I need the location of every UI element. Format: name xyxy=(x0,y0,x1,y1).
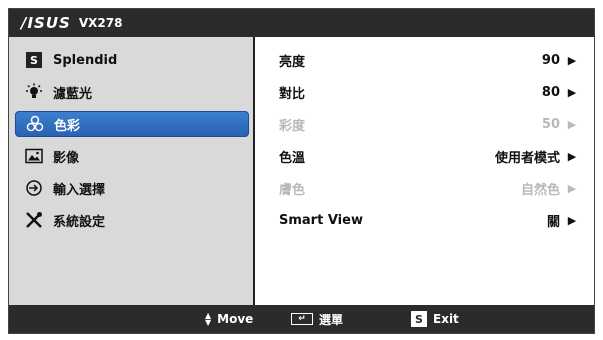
sidebar: S Splendid 濾藍光 色彩 影像 輸入選擇 系統設定 xyxy=(9,37,255,307)
setting-contrast[interactable]: 對比 80 ▶ xyxy=(279,81,578,103)
exit-s-icon: S xyxy=(411,311,427,327)
setting-label: 膚色 xyxy=(279,182,306,198)
arrow-right-icon: ▶ xyxy=(567,213,577,227)
setting-label: Smart View xyxy=(279,212,363,228)
setting-saturation: 彩度 50 ▶ xyxy=(279,113,578,135)
setting-label: 彩度 xyxy=(279,118,306,134)
brand-logo: /ISUS xyxy=(21,14,71,32)
setting-value: 自然色 xyxy=(520,182,560,198)
sidebar-item-splendid[interactable]: S Splendid xyxy=(15,47,249,73)
arrow-right-icon: ▶ xyxy=(567,85,577,99)
sidebar-item-input[interactable]: 輸入選擇 xyxy=(15,175,249,201)
arrow-right-icon: ▶ xyxy=(567,181,577,195)
arrow-right-icon: ▶ xyxy=(567,53,577,67)
setting-smart-view[interactable]: Smart View 關 ▶ xyxy=(279,209,578,231)
setting-label: 對比 xyxy=(279,86,306,102)
input-icon xyxy=(25,179,43,197)
title-bar: /ISUS VX278 xyxy=(9,9,594,37)
setting-label: 亮度 xyxy=(279,54,306,70)
footer-move: ▲ ▼ Move xyxy=(205,311,254,327)
setting-value: 使用者模式 xyxy=(494,150,560,166)
setting-label: 色溫 xyxy=(279,150,306,166)
sidebar-item-system[interactable]: 系統設定 xyxy=(15,207,249,233)
setting-skin-tone: 膚色 自然色 ▶ xyxy=(279,177,578,199)
sidebar-item-label: 系統設定 xyxy=(53,214,106,230)
model-name: VX278 xyxy=(78,16,123,30)
setting-brightness[interactable]: 亮度 90 ▶ xyxy=(279,49,578,71)
setting-value: 50 xyxy=(541,116,560,132)
footer-menu-label: 選單 xyxy=(319,312,344,327)
image-icon xyxy=(25,147,43,165)
sidebar-item-label: 輸入選擇 xyxy=(53,182,106,198)
setting-color-temp[interactable]: 色溫 使用者模式 ▶ xyxy=(279,145,578,167)
setting-value: 90 xyxy=(541,52,560,68)
sidebar-item-image[interactable]: 影像 xyxy=(15,143,249,169)
up-down-icon: ▲ ▼ xyxy=(205,311,212,327)
sidebar-item-color[interactable]: 色彩 xyxy=(15,111,249,137)
arrow-right-icon: ▶ xyxy=(567,149,577,163)
settings-panel: 亮度 90 ▶ 對比 80 ▶ 彩度 50 ▶ 色溫 使用者模式 ▶ 膚色 自然… xyxy=(255,37,594,307)
splendid-s-icon: S xyxy=(25,51,43,69)
footer-move-label: Move xyxy=(217,312,254,326)
sidebar-item-label: 濾藍光 xyxy=(53,86,93,102)
tools-icon xyxy=(25,211,43,229)
footer-exit-label: Exit xyxy=(433,312,459,326)
color-icon xyxy=(26,115,44,133)
enter-icon: ↵ xyxy=(291,313,313,325)
sidebar-item-label: Splendid xyxy=(53,52,118,68)
footer-bar: ▲ ▼ Move ↵ 選單 S Exit xyxy=(9,305,594,333)
sidebar-item-label: 影像 xyxy=(53,150,80,166)
sidebar-item-bluelight[interactable]: 濾藍光 xyxy=(15,79,249,105)
setting-value: 80 xyxy=(541,84,560,100)
arrow-right-icon: ▶ xyxy=(567,117,577,131)
bulb-icon xyxy=(25,83,43,101)
setting-value: 關 xyxy=(546,214,560,230)
osd-window: /ISUS VX278 S Splendid 濾藍光 色彩 影像 輸入選擇 系統… xyxy=(8,8,595,334)
sidebar-item-label: 色彩 xyxy=(54,118,81,134)
footer-menu: ↵ 選單 xyxy=(291,311,343,328)
footer-exit: S Exit xyxy=(411,311,459,327)
